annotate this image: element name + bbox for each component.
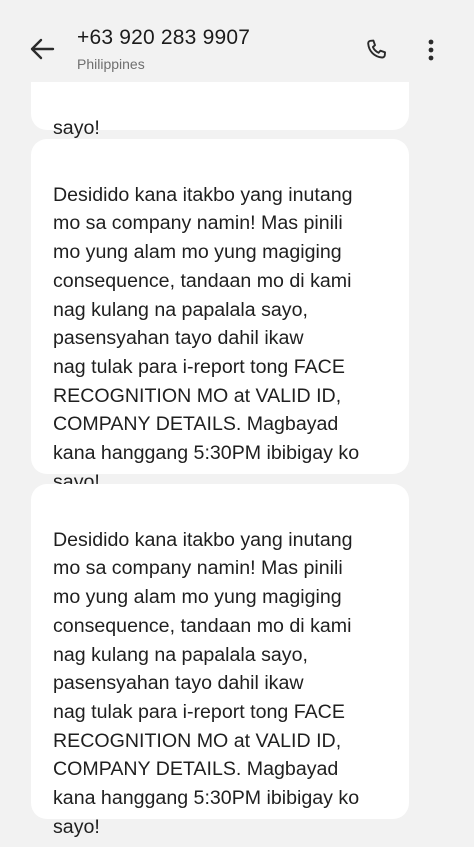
back-button[interactable]: [20, 29, 64, 69]
more-options-button[interactable]: [414, 30, 448, 70]
message-bubble[interactable]: Desidido kana itakbo yang inutang mo sa …: [31, 139, 409, 493]
message-text: Desidido kana itakbo yang inutang mo sa …: [53, 528, 360, 838]
contact-country: Philippines: [77, 56, 145, 72]
conversation-header: +63 920 283 9907 Philippines: [0, 0, 474, 82]
message-thread[interactable]: sayo! Desidido kana itakbo yang inutang …: [0, 0, 474, 847]
contact-phone-number: +63 920 283 9907: [77, 26, 251, 49]
message-text: Desidido kana itakbo yang inutang mo sa …: [53, 183, 360, 493]
phone-icon: [367, 39, 386, 59]
more-vertical-icon: [428, 39, 434, 61]
message-bubble[interactable]: Desidido kana itakbo yang inutang mo sa …: [31, 484, 409, 838]
arrow-left-icon: [30, 38, 55, 60]
message-text: sayo!: [53, 116, 100, 139]
call-button[interactable]: [356, 30, 396, 70]
